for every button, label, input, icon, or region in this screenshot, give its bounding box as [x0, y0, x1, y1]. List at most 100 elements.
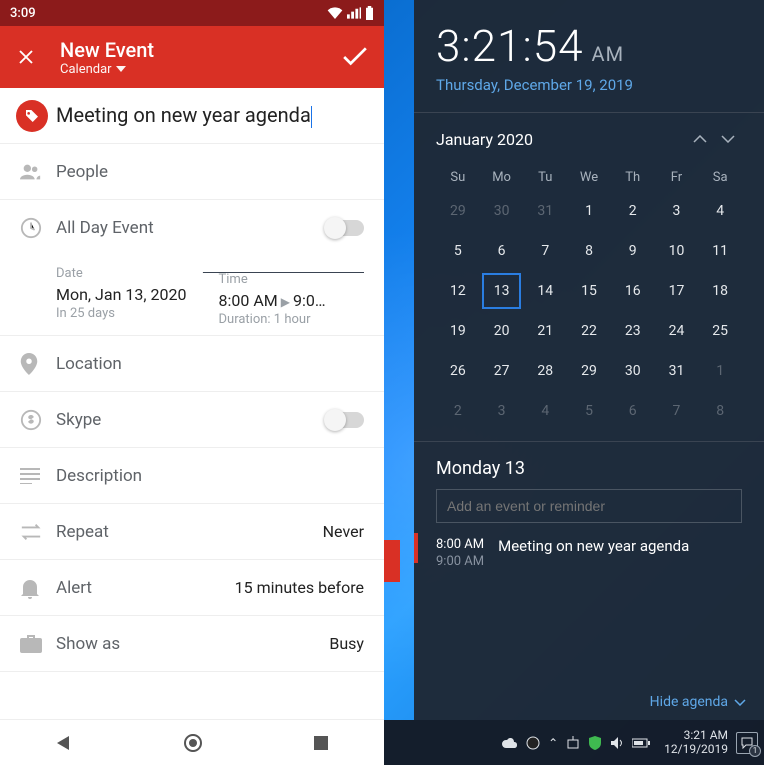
calendar-day[interactable]: 4 [698, 191, 742, 231]
alert-row[interactable]: Alert 15 minutes before [0, 560, 384, 616]
calendar-day[interactable]: 7 [655, 391, 699, 431]
calendar-day[interactable]: 10 [655, 231, 699, 271]
calendar-day[interactable]: 16 [611, 271, 655, 311]
agenda-event[interactable]: 8:00 AM 9:00 AM Meeting on new year agen… [436, 523, 742, 577]
calendar-day[interactable]: 13 [480, 271, 524, 311]
calendar-day[interactable]: 7 [523, 231, 567, 271]
volume-icon[interactable] [610, 736, 624, 750]
calendar-day[interactable]: 17 [655, 271, 699, 311]
calendar-day[interactable]: 24 [655, 311, 699, 351]
calendar-day[interactable]: 9 [611, 231, 655, 271]
location-row[interactable]: Location [0, 336, 384, 392]
signal-icon [347, 7, 361, 19]
back-button[interactable] [55, 734, 73, 752]
calendar-day[interactable]: 4 [523, 391, 567, 431]
people-row[interactable]: People [0, 144, 384, 200]
calendar-day[interactable]: 5 [436, 231, 480, 271]
battery-icon[interactable] [632, 738, 650, 748]
calendar-day[interactable]: 6 [611, 391, 655, 431]
calendar-day[interactable]: 3 [655, 191, 699, 231]
calendar-day[interactable]: 19 [436, 311, 480, 351]
action-center-button[interactable]: 1 [736, 732, 758, 754]
calendar-day[interactable]: 1 [567, 191, 611, 231]
calendar-day[interactable]: 30 [480, 191, 524, 231]
calendar-day[interactable]: 25 [698, 311, 742, 351]
taskbar-clock[interactable]: 3:21 AM 12/19/2019 [664, 729, 728, 757]
close-button[interactable] [14, 45, 38, 69]
add-event-input[interactable] [436, 489, 742, 523]
date-picker[interactable]: Date Mon, Jan 13, 2020 In 25 days [56, 266, 202, 321]
time-picker[interactable]: Time 8:00 AM▶9:0… Duration: 1 hour [202, 272, 365, 273]
description-label: Description [56, 466, 364, 486]
dow-header: Tu [523, 163, 567, 191]
calendar-day[interactable]: 6 [480, 231, 524, 271]
event-title-input[interactable]: Meeting on new year agenda [56, 103, 312, 127]
prev-month-button[interactable] [686, 125, 714, 153]
alert-value: 15 minutes before [235, 578, 364, 597]
calendar-day[interactable]: 1 [698, 351, 742, 391]
save-button[interactable] [342, 47, 370, 67]
appbar-title: New Event [60, 38, 342, 62]
calendar-day[interactable]: 31 [523, 191, 567, 231]
description-row[interactable]: Description [0, 448, 384, 504]
security-icon[interactable] [588, 736, 602, 750]
calendar-day[interactable]: 11 [698, 231, 742, 271]
calendar-day[interactable]: 31 [655, 351, 699, 391]
repeat-row[interactable]: Repeat Never [0, 504, 384, 560]
clock-date-link[interactable]: Thursday, December 19, 2019 [436, 76, 742, 94]
calendar-day[interactable]: 30 [611, 351, 655, 391]
wifi-icon [327, 7, 343, 19]
notification-badge: 1 [749, 745, 761, 757]
skype-toggle[interactable] [326, 412, 364, 428]
calendar-day[interactable]: 29 [567, 351, 611, 391]
chevron-down-icon [116, 66, 126, 72]
dow-header: Fr [655, 163, 699, 191]
showas-row[interactable]: Show as Busy [0, 616, 384, 672]
calendar-selector[interactable]: Calendar [60, 62, 342, 77]
calendar-day[interactable]: 15 [567, 271, 611, 311]
calendar-day[interactable]: 8 [698, 391, 742, 431]
tray-chevron-icon[interactable]: ⌃ [548, 736, 558, 750]
network-icon[interactable] [566, 736, 580, 750]
calendar-day[interactable]: 5 [567, 391, 611, 431]
calendar-day[interactable]: 27 [480, 351, 524, 391]
calendar-day[interactable]: 2 [611, 191, 655, 231]
calendar-day[interactable]: 21 [523, 311, 567, 351]
calendar-day[interactable]: 20 [480, 311, 524, 351]
home-button[interactable] [183, 733, 203, 753]
next-month-button[interactable] [714, 125, 742, 153]
repeat-label: Repeat [56, 522, 323, 542]
calendar-day[interactable]: 29 [436, 191, 480, 231]
title-row: Meeting on new year agenda [0, 88, 384, 144]
recents-button[interactable] [313, 735, 329, 751]
datetime-row: Date Mon, Jan 13, 2020 In 25 days Time 8… [0, 256, 384, 336]
hide-agenda-button[interactable]: Hide agenda [414, 686, 764, 720]
windows-desktop: 3:21:54 AM Thursday, December 19, 2019 J… [384, 0, 764, 765]
showas-label: Show as [56, 634, 329, 654]
system-tray[interactable]: ⌃ [502, 736, 650, 750]
android-nav-bar [0, 719, 384, 765]
calendar-day[interactable]: 14 [523, 271, 567, 311]
month-label[interactable]: January 2020 [436, 130, 686, 149]
calendar-day[interactable]: 23 [611, 311, 655, 351]
allday-toggle[interactable] [326, 220, 364, 236]
description-icon [20, 468, 56, 484]
dow-header: Mo [480, 163, 524, 191]
calendar-day[interactable]: 8 [567, 231, 611, 271]
event-title: Meeting on new year agenda [498, 537, 689, 571]
briefcase-icon [20, 635, 56, 653]
calendar-day[interactable]: 26 [436, 351, 480, 391]
dow-header: We [567, 163, 611, 191]
tray-app-icon[interactable] [526, 736, 540, 750]
allday-row: All Day Event [0, 200, 384, 256]
people-icon [20, 164, 56, 180]
calendar-day[interactable]: 12 [436, 271, 480, 311]
calendar-day[interactable]: 18 [698, 271, 742, 311]
calendar-day[interactable]: 28 [523, 351, 567, 391]
calendar-day[interactable]: 22 [567, 311, 611, 351]
calendar-day[interactable]: 2 [436, 391, 480, 431]
clock-time: 3:21:54 [436, 20, 584, 72]
onedrive-icon[interactable] [502, 738, 518, 748]
calendar-day[interactable]: 3 [480, 391, 524, 431]
taskbar: ⌃ 3:21 AM 12/19/2019 1 [384, 720, 764, 765]
